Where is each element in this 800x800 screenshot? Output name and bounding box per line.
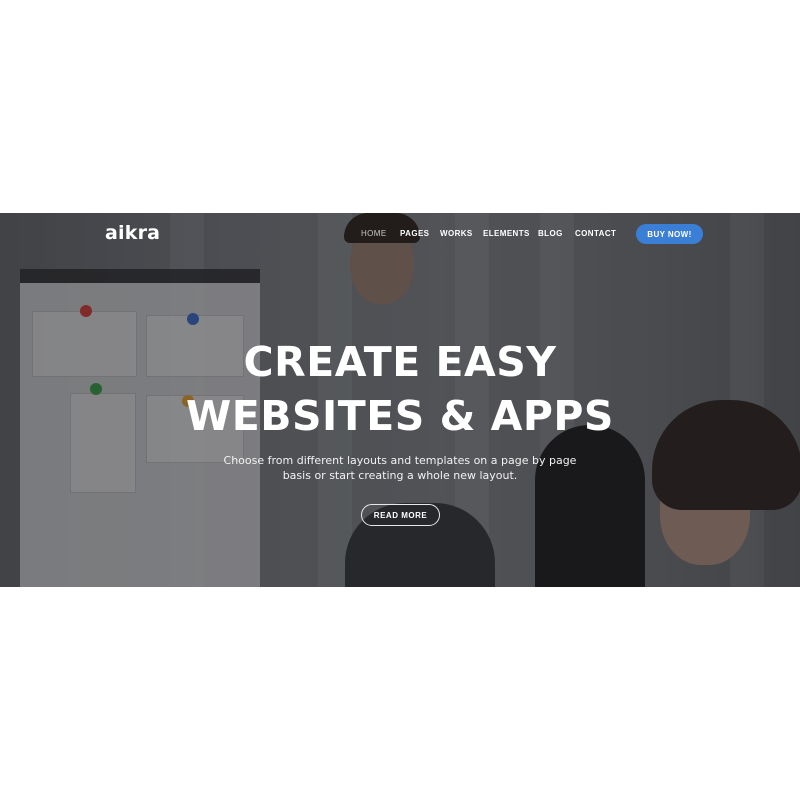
nav-elements[interactable]: ELEMENTS [483,229,530,238]
nav-home[interactable]: HOME [361,229,387,238]
nav-works[interactable]: WORKS [440,229,473,238]
headline-line-2: WEBSITES & APPS [186,392,614,440]
read-more-button[interactable]: READ MORE [361,504,440,526]
headline-line-1: CREATE EASY [243,338,557,386]
buy-now-button[interactable]: BUY NOW! [636,224,703,244]
subtitle-line-2: basis or start creating a whole new layo… [282,469,518,482]
subtitle-line-1: Choose from different layouts and templa… [223,454,577,467]
nav-pages[interactable]: PAGES [400,229,429,238]
nav-blog[interactable]: BLOG [538,229,563,238]
nav-contact[interactable]: CONTACT [575,229,616,238]
